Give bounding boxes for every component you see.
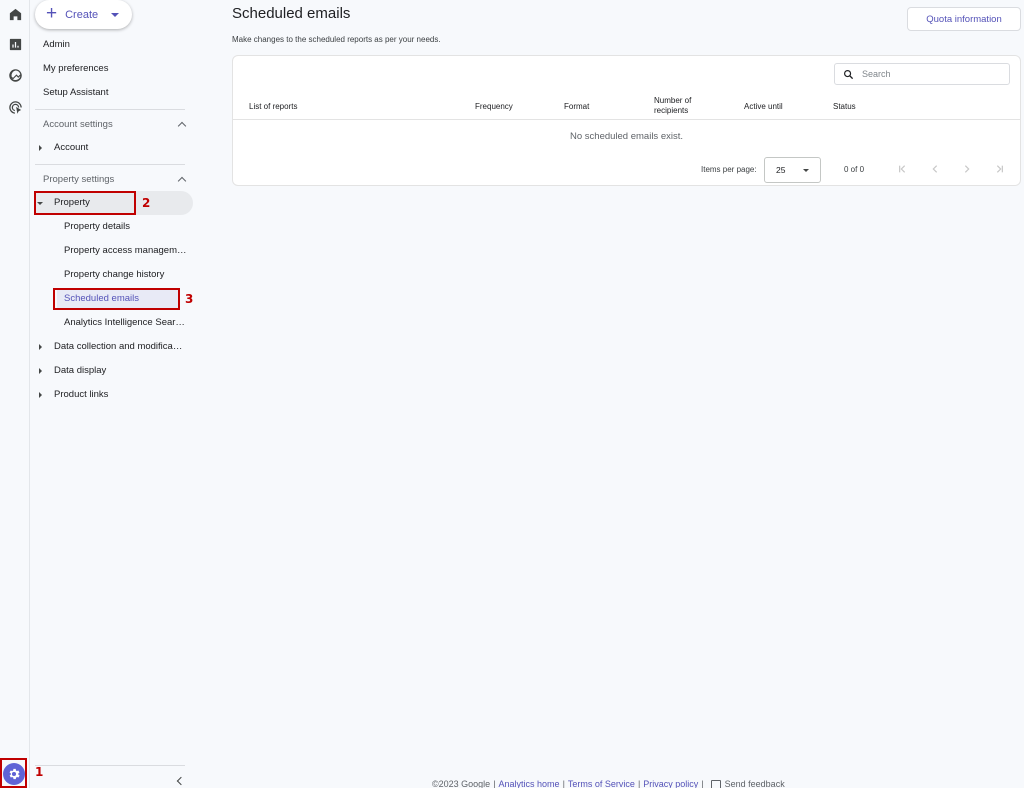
column-header-status[interactable]: Status xyxy=(833,102,856,112)
expand-arrow-icon xyxy=(39,344,42,350)
next-page-button[interactable] xyxy=(960,162,974,176)
items-per-page-select[interactable]: 25 xyxy=(764,157,821,183)
chevron-left-icon xyxy=(932,165,938,173)
search-icon xyxy=(844,69,854,79)
collapse-sidebar-button[interactable] xyxy=(174,774,188,788)
footer-link-analytics-home[interactable]: Analytics home xyxy=(499,779,560,788)
previous-page-button[interactable] xyxy=(928,162,942,176)
account-settings-label: Account settings xyxy=(43,118,113,130)
footer-separator: | xyxy=(701,779,704,788)
chevron-up-icon xyxy=(177,121,187,130)
advertising-icon[interactable] xyxy=(3,95,27,119)
column-header-active-until[interactable]: Active until xyxy=(744,102,783,112)
nav-my-preferences[interactable]: My preferences xyxy=(43,61,108,77)
nav-setup-assistant[interactable]: Setup Assistant xyxy=(43,85,108,101)
nav-property-change-history[interactable]: Property change history xyxy=(64,267,164,283)
column-header-frequency[interactable]: Frequency xyxy=(475,102,513,112)
expand-arrow-icon xyxy=(39,368,42,374)
chevron-right-icon xyxy=(964,165,970,173)
first-page-icon xyxy=(899,165,906,173)
step-2-number: 2 xyxy=(142,196,151,210)
feedback-icon xyxy=(710,779,721,788)
step-1-highlight xyxy=(0,758,27,788)
page-title: Scheduled emails xyxy=(232,5,351,22)
nav-property-details[interactable]: Property details xyxy=(64,219,130,235)
property-settings-header[interactable]: Property settings xyxy=(43,171,188,187)
column-header-format[interactable]: Format xyxy=(564,102,589,112)
column-header-recipients-line2: recipients xyxy=(654,106,689,115)
column-header-number-of-recipients[interactable]: Number of recipients xyxy=(654,96,691,116)
search-input[interactable] xyxy=(862,69,1002,79)
footer-link-terms[interactable]: Terms of Service xyxy=(568,779,635,788)
expand-arrow-icon xyxy=(39,145,42,151)
explore-icon[interactable] xyxy=(3,63,27,87)
nav-admin[interactable]: Admin xyxy=(43,37,70,53)
column-header-list-of-reports[interactable]: List of reports xyxy=(249,102,297,112)
quota-information-button[interactable]: Quota information xyxy=(907,7,1021,31)
first-page-button[interactable] xyxy=(896,162,910,176)
nav-data-display[interactable]: Data display xyxy=(54,363,106,379)
divider xyxy=(35,109,185,110)
property-settings-label: Property settings xyxy=(43,173,115,185)
nav-product-links[interactable]: Product links xyxy=(54,387,108,403)
footer-send-feedback[interactable]: Send feedback xyxy=(725,779,785,788)
caret-down-icon xyxy=(803,169,809,172)
account-settings-header[interactable]: Account settings xyxy=(43,116,188,132)
last-page-button[interactable] xyxy=(992,162,1006,176)
last-page-icon xyxy=(996,165,1003,173)
column-header-recipients-line1: Number of xyxy=(654,96,692,105)
create-button[interactable]: + Create xyxy=(35,0,132,29)
search-field[interactable] xyxy=(834,63,1010,85)
caret-down-icon xyxy=(111,12,120,17)
pagination-range: 0 of 0 xyxy=(844,165,865,174)
table-header-divider xyxy=(233,119,1020,120)
nav-analytics-intelligence-search[interactable]: Analytics Intelligence Sear… xyxy=(64,315,185,331)
create-label: Create xyxy=(65,8,99,21)
nav-account[interactable]: Account xyxy=(54,140,88,156)
items-per-page-label: Items per page: xyxy=(701,165,757,174)
expand-arrow-icon xyxy=(39,392,42,398)
footer-separator: | xyxy=(637,779,641,788)
footer-copyright: ©2023 Google xyxy=(432,779,491,788)
plus-icon: + xyxy=(46,3,58,24)
admin-sidebar: + Create Admin My preferences Setup Assi… xyxy=(30,0,196,788)
chevron-up-icon xyxy=(177,176,187,185)
nav-property-access-management[interactable]: Property access managem… xyxy=(64,243,187,259)
footer-link-privacy[interactable]: Privacy policy xyxy=(643,779,698,788)
footer-separator: | xyxy=(562,779,565,788)
home-icon[interactable] xyxy=(3,2,27,26)
empty-state-message: No scheduled emails exist. xyxy=(570,131,683,142)
chevron-left-icon xyxy=(176,776,186,786)
footer-separator: | xyxy=(493,779,496,788)
reports-icon[interactable] xyxy=(3,32,27,56)
nav-data-collection[interactable]: Data collection and modifica… xyxy=(54,339,182,355)
icon-rail xyxy=(0,0,30,788)
scheduled-emails-table-card: List of reports Frequency Format Number … xyxy=(232,55,1021,186)
step-3-highlight xyxy=(53,288,180,310)
step-2-highlight xyxy=(34,191,136,215)
page-subtitle: Make changes to the scheduled reports as… xyxy=(232,35,441,44)
footer: ©2023 Google | Analytics home | Terms of… xyxy=(432,779,785,788)
items-per-page-value: 25 xyxy=(776,165,786,175)
divider xyxy=(35,765,185,766)
divider xyxy=(35,164,185,165)
step-3-number: 3 xyxy=(185,292,194,306)
